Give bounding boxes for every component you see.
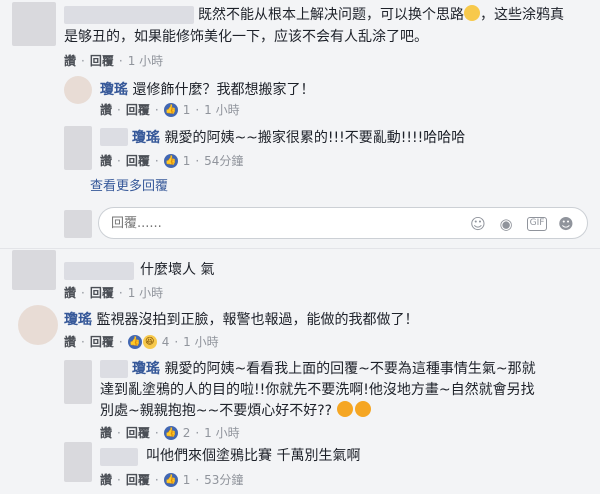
avatar[interactable] xyxy=(64,76,92,104)
reply-text: 瓊瑤 還修飾什麼？我都想搬家了！ xyxy=(100,82,315,98)
reply-actions: 讚 · 回覆 · 👍 1 · 53分鐘 xyxy=(100,472,244,488)
commenter-name[interactable]: 瓊瑤 xyxy=(100,82,128,98)
timestamp[interactable]: 1 小時 xyxy=(128,53,163,69)
avatar[interactable] xyxy=(64,126,92,170)
reply-link[interactable]: 回覆 xyxy=(126,153,150,169)
redacted-name xyxy=(100,128,128,146)
reply-actions: 讚 · 回覆 · 👍 1 · 1 小時 xyxy=(100,102,240,118)
reply-text-line3: 別處~親親抱抱~~不要煩心好不好?? xyxy=(100,401,371,421)
reply-link[interactable]: 回覆 xyxy=(90,285,114,301)
avatar[interactable] xyxy=(12,250,56,290)
redacted-name xyxy=(64,6,194,24)
like-count[interactable]: 1 xyxy=(183,472,191,488)
timestamp[interactable]: 1 小時 xyxy=(204,425,239,441)
view-more-replies-link[interactable]: 查看更多回覆 xyxy=(90,177,168,197)
reply-actions: 讚 · 回覆 · 👍 1 · 54分鐘 xyxy=(100,153,244,169)
kiss-emoji-icon xyxy=(354,401,371,417)
smile-emoji-icon xyxy=(464,5,480,21)
avatar[interactable] xyxy=(18,305,58,345)
divider xyxy=(0,248,600,249)
like-icon: 👍 xyxy=(163,426,178,440)
reply-link[interactable]: 回覆 xyxy=(126,472,150,488)
timestamp[interactable]: 53分鐘 xyxy=(204,472,243,488)
redacted-name xyxy=(100,360,128,378)
redacted-name xyxy=(64,262,134,280)
reply-text: 叫他們來個塗鴉比賽 千萬別生氣啊 xyxy=(146,448,361,464)
camera-icon[interactable]: ◉ xyxy=(497,215,515,233)
timestamp[interactable]: 1 小時 xyxy=(128,285,163,301)
like-count[interactable]: 1 xyxy=(183,102,191,118)
kiss-emoji-icon xyxy=(336,401,353,417)
timestamp[interactable]: 1 小時 xyxy=(183,334,218,350)
avatar[interactable] xyxy=(64,360,92,404)
haha-icon: 😆 xyxy=(142,335,157,349)
reply-text-line2: 達到亂塗鴉的人的目的啦!!你就先不要洗啊!他沒地方畫~自然就會另找 xyxy=(100,382,535,398)
avatar[interactable] xyxy=(64,442,92,482)
like-count[interactable]: 4 xyxy=(162,334,170,350)
comment-text: 既然不能从根本上解决问题，可以换个思路 ，这些涂鸦真 xyxy=(198,5,564,23)
like-link[interactable]: 讚 xyxy=(64,53,76,69)
redacted-name xyxy=(100,448,138,466)
reply-link[interactable]: 回覆 xyxy=(90,53,114,69)
like-icon: 👍 xyxy=(163,103,178,117)
reply-link[interactable]: 回覆 xyxy=(90,334,114,350)
gif-icon[interactable]: GIF xyxy=(527,217,547,231)
like-link[interactable]: 讚 xyxy=(100,425,112,441)
like-icon: 👍 xyxy=(127,335,142,349)
like-link[interactable]: 讚 xyxy=(100,153,112,169)
sticker-icon[interactable]: ☻ xyxy=(557,215,575,233)
emoji-icon[interactable]: ☺ xyxy=(469,215,487,233)
comment-actions: 讚 · 回覆 · 1 小時 xyxy=(64,53,164,69)
comment-text: 什麼壞人 氣 xyxy=(140,262,215,278)
like-count[interactable]: 2 xyxy=(183,425,191,441)
comment-actions: 讚 · 回覆 · 👍 😆 4 · 1 小時 xyxy=(64,334,219,350)
timestamp[interactable]: 1 小時 xyxy=(204,102,239,118)
like-link[interactable]: 讚 xyxy=(64,334,76,350)
commenter-name[interactable]: 瓊瑤 xyxy=(132,361,160,377)
commenter-name[interactable]: 瓊瑤 xyxy=(132,130,160,146)
reply-actions: 讚 · 回覆 · 👍 2 · 1 小時 xyxy=(100,425,240,441)
reply-input[interactable] xyxy=(111,214,411,232)
reply-link[interactable]: 回覆 xyxy=(126,102,150,118)
like-link[interactable]: 讚 xyxy=(100,472,112,488)
like-count[interactable]: 1 xyxy=(183,153,191,169)
comment-text: 瓊瑤 監視器沒拍到正臉，報警也報過，能做的我都做了！ xyxy=(64,312,419,328)
reply-text-line1: 瓊瑤 親愛的阿姨~看看我上面的回覆~不要為這種事情生氣~那就 xyxy=(132,361,536,377)
reply-text: 瓊瑤 親愛的阿姨~~搬家很累的!!!不要亂動!!!!哈哈哈 xyxy=(132,130,466,146)
reply-link[interactable]: 回覆 xyxy=(126,425,150,441)
like-link[interactable]: 讚 xyxy=(64,285,76,301)
commenter-name[interactable]: 瓊瑤 xyxy=(64,312,92,328)
avatar[interactable] xyxy=(12,2,56,46)
like-link[interactable]: 讚 xyxy=(100,102,112,118)
like-icon: 👍 xyxy=(163,473,178,487)
avatar xyxy=(64,210,92,238)
comment-text-line2: 是够丑的，如果能修饰美化一下，应该不会有人乱涂了吧。 xyxy=(64,29,428,45)
like-icon: 👍 xyxy=(163,154,178,168)
reply-input-box[interactable]: ☺ ◉ GIF ☻ xyxy=(98,207,588,239)
comment-actions: 讚 · 回覆 · 1 小時 xyxy=(64,285,164,301)
timestamp[interactable]: 54分鐘 xyxy=(204,153,243,169)
